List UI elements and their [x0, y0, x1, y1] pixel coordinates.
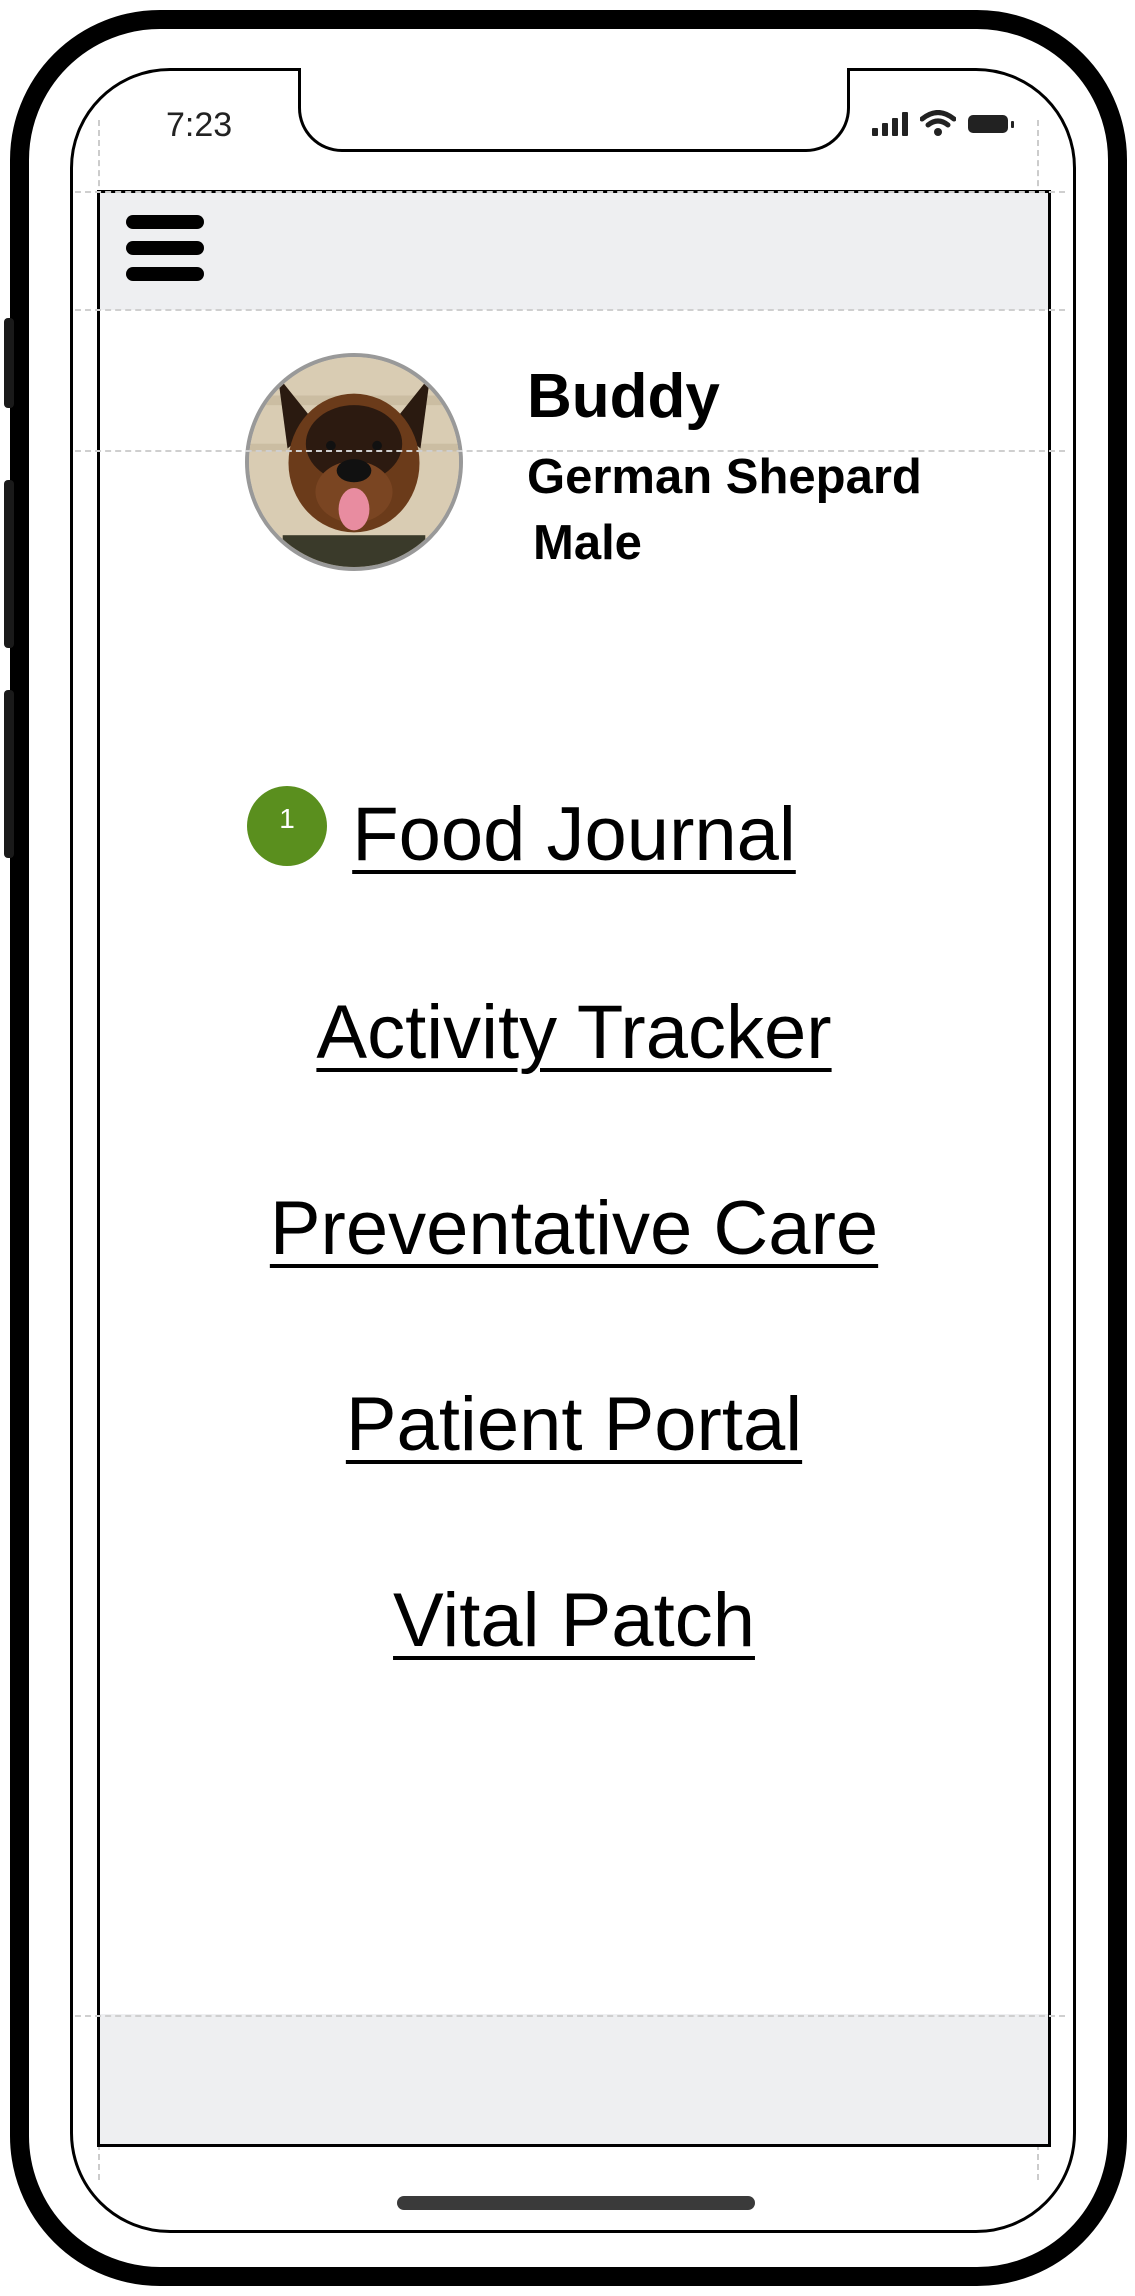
- bottom-bar: [100, 2014, 1048, 2144]
- status-icons: [872, 110, 1014, 136]
- nav-link-preventative-care[interactable]: Preventative Care: [100, 1185, 1048, 1272]
- pet-avatar: [245, 353, 463, 571]
- pet-sex: Male: [533, 516, 642, 570]
- phone-side-button: [4, 318, 14, 408]
- guide-line: [75, 450, 1065, 452]
- battery-icon: [968, 115, 1014, 133]
- guide-line: [75, 191, 1065, 193]
- phone-side-button: [4, 480, 14, 648]
- guide-line: [75, 309, 1065, 311]
- guide-line: [75, 2015, 1065, 2017]
- pet-name: Buddy: [527, 362, 720, 431]
- notch: [298, 68, 850, 152]
- nav-link-vital-patch[interactable]: Vital Patch: [100, 1577, 1048, 1664]
- nav-link-patient-portal[interactable]: Patient Portal: [100, 1381, 1048, 1468]
- status-time: 7:23: [166, 106, 233, 144]
- top-bar: [100, 193, 1048, 310]
- nav-link-food-journal[interactable]: Food Journal: [100, 791, 1048, 878]
- menu-icon[interactable]: [126, 215, 204, 281]
- pet-breed: German Shepard: [527, 450, 922, 504]
- nav-link-activity-tracker[interactable]: Activity Tracker: [100, 989, 1048, 1076]
- app-content: Buddy German Shepard Male 1 Food Journal…: [97, 190, 1051, 2147]
- phone-side-button: [4, 690, 14, 858]
- home-indicator[interactable]: [397, 2196, 755, 2210]
- dog-photo: [249, 357, 459, 567]
- wifi-icon: [920, 110, 956, 136]
- signal-icon: [872, 112, 908, 136]
